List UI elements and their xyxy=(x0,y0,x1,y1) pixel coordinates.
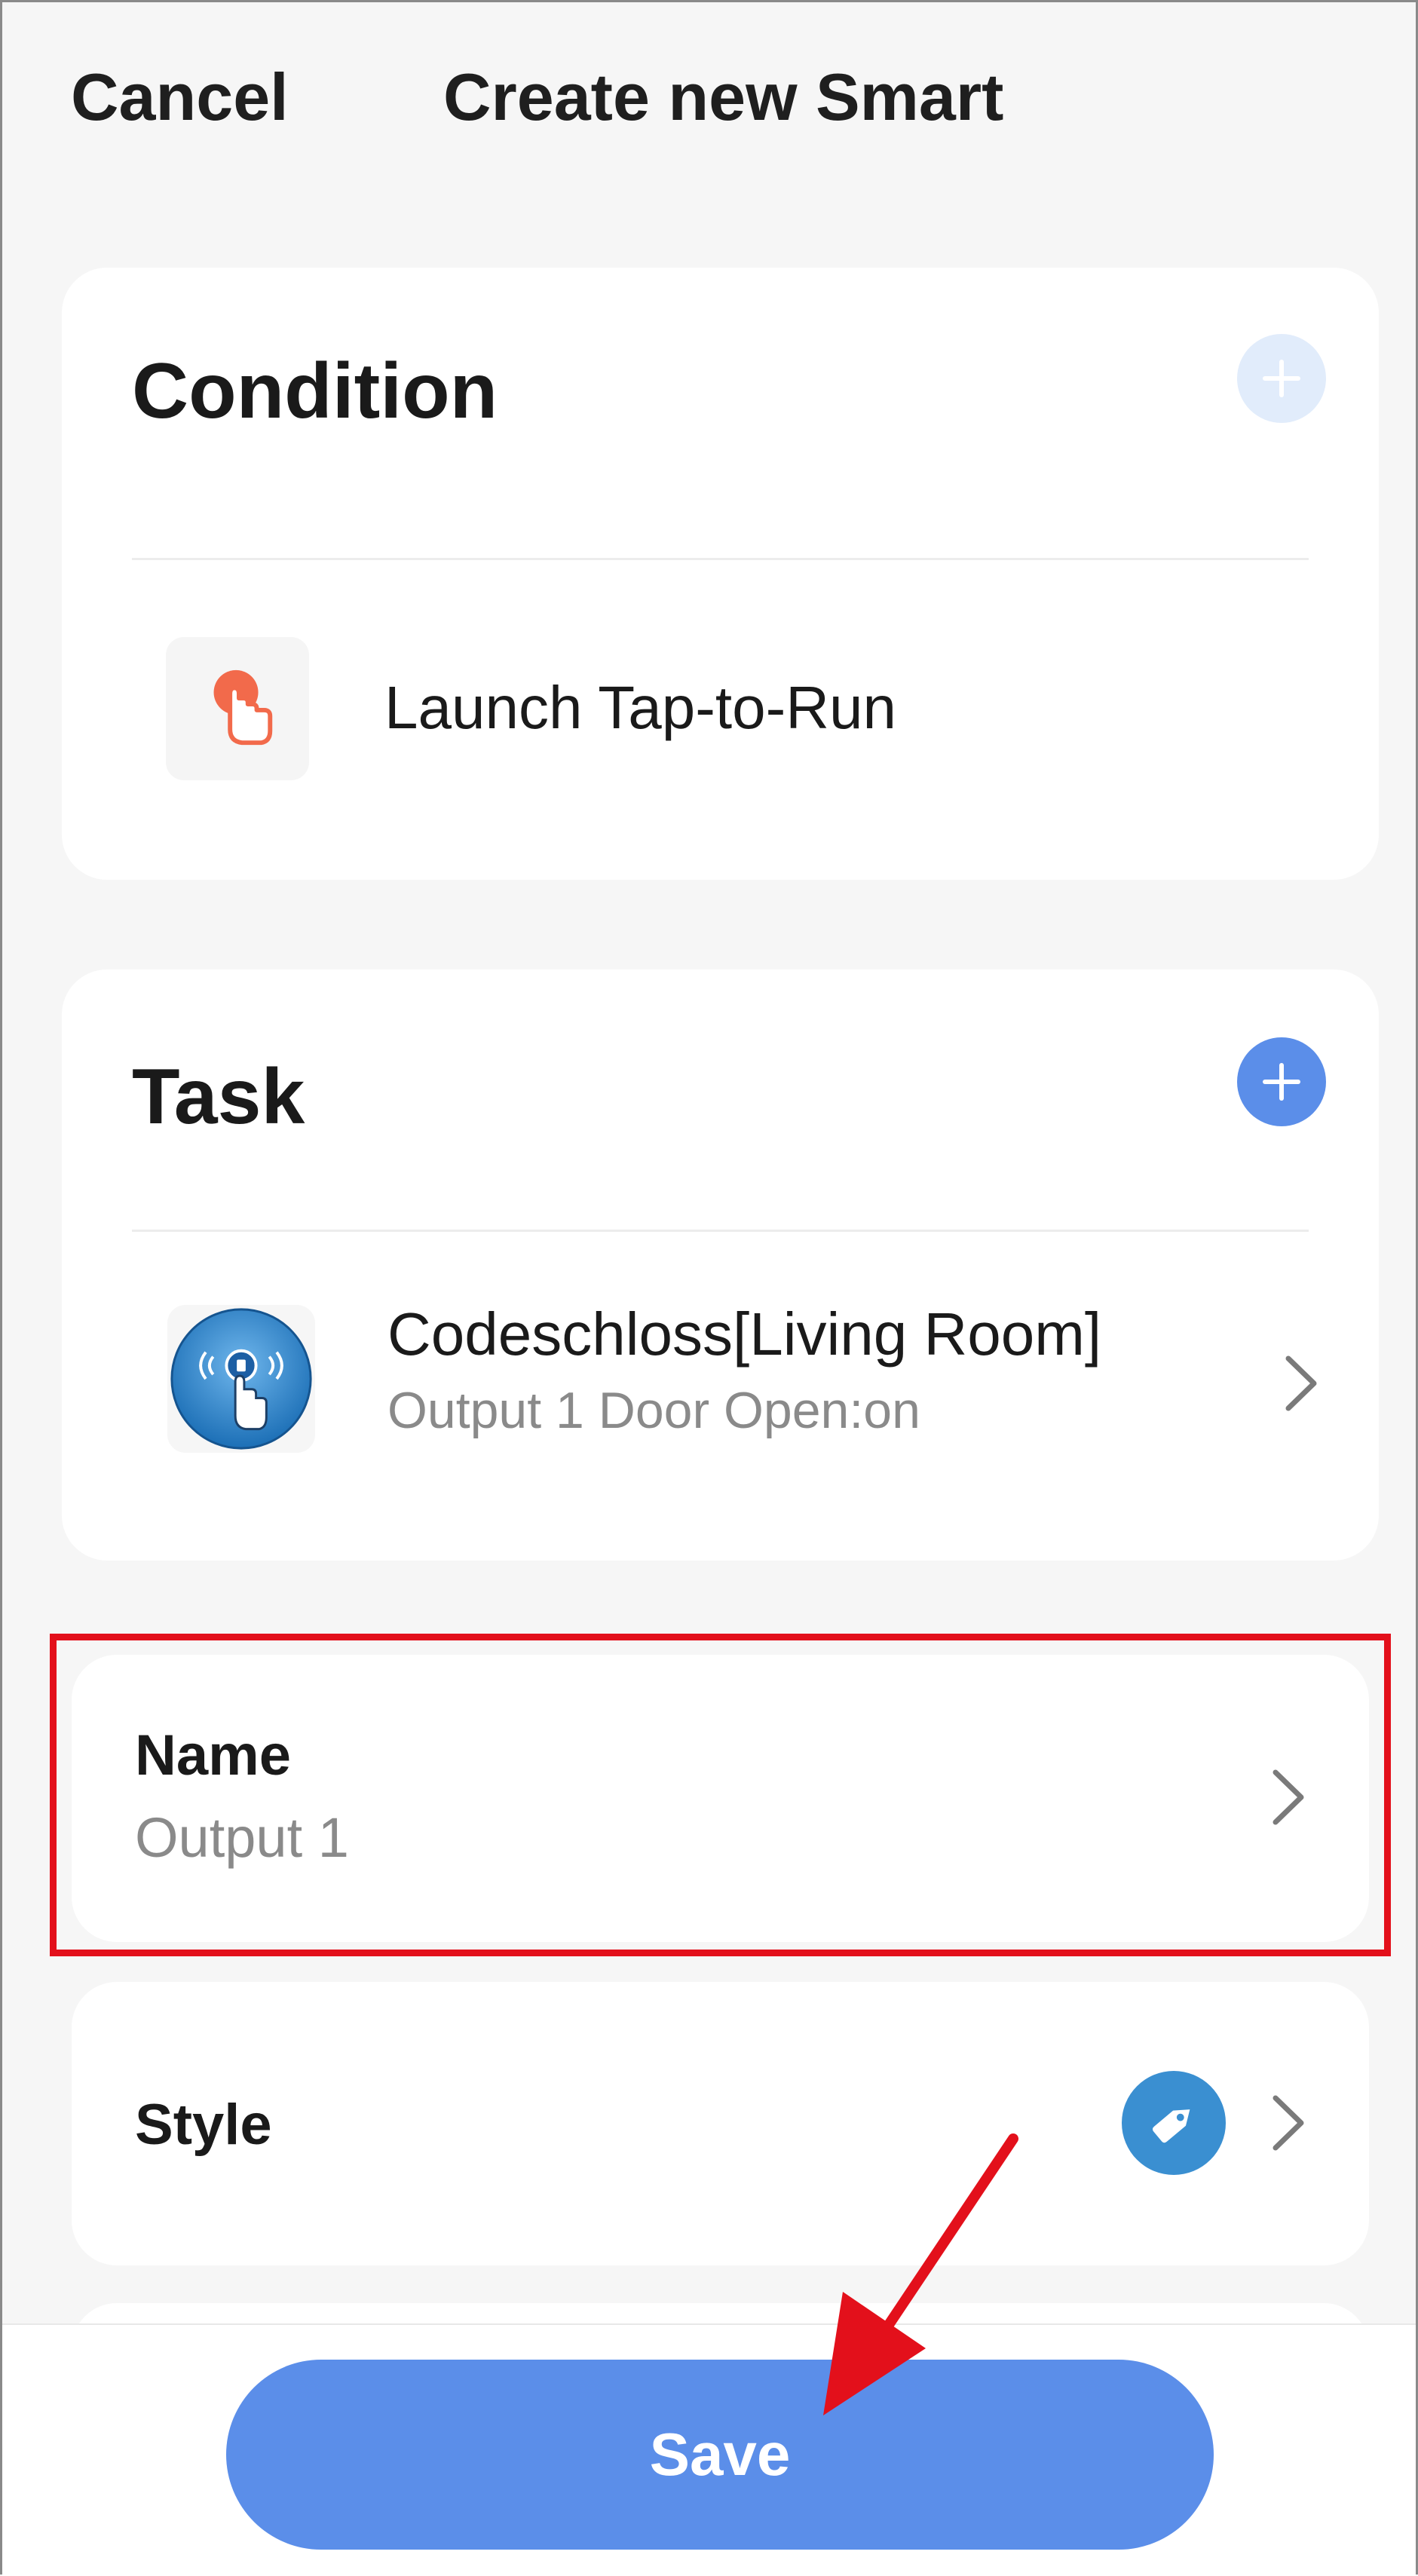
cancel-button[interactable]: Cancel xyxy=(71,59,289,136)
tap-hand-icon xyxy=(213,669,273,746)
task-card: Task Codeschloss[Living Room] Output 1 D… xyxy=(62,969,1379,1561)
task-item-subtitle: Output 1 Door Open:on xyxy=(387,1382,920,1439)
condition-card: Condition Launch Tap-to-Run xyxy=(62,268,1379,880)
divider xyxy=(132,1230,1309,1232)
save-button[interactable]: Save xyxy=(226,2360,1214,2550)
plus-icon xyxy=(1263,360,1300,397)
chevron-right-icon[interactable] xyxy=(1269,2094,1307,2152)
style-row[interactable]: Style xyxy=(72,1982,1369,2265)
condition-item-icon[interactable] xyxy=(166,637,309,780)
task-title: Task xyxy=(132,1053,305,1141)
door-lock-device-icon xyxy=(170,1308,312,1450)
condition-title: Condition xyxy=(132,348,498,435)
plus-icon xyxy=(1263,1063,1300,1101)
task-item-title[interactable]: Codeschloss[Living Room] xyxy=(387,1300,1101,1369)
tag-icon xyxy=(1122,2071,1226,2175)
style-label: Style xyxy=(135,2093,272,2157)
name-row-highlight xyxy=(50,1634,1391,1956)
add-condition-button[interactable] xyxy=(1237,334,1326,423)
add-task-button[interactable] xyxy=(1237,1037,1326,1126)
condition-item-label[interactable]: Launch Tap-to-Run xyxy=(384,673,896,743)
task-item-icon[interactable] xyxy=(167,1305,315,1453)
chevron-right-icon[interactable] xyxy=(1282,1354,1320,1413)
page-title: Create new Smart xyxy=(443,60,1004,134)
divider xyxy=(132,558,1309,560)
